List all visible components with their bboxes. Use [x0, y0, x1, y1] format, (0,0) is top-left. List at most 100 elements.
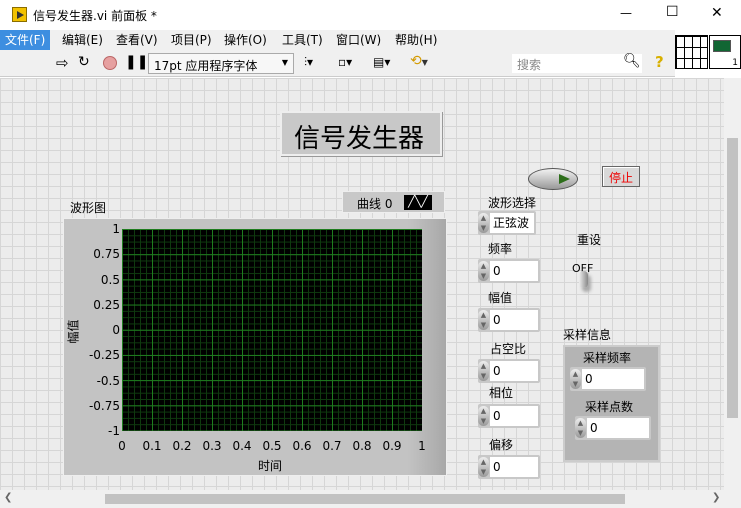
context-help-button[interactable]: ?: [655, 53, 664, 71]
play-icon: [559, 174, 570, 184]
sample-rate-value: 0: [582, 369, 644, 389]
menu-edit[interactable]: 编辑(E): [58, 30, 107, 50]
stop-button-label: 停止: [609, 171, 634, 185]
sample-count-input[interactable]: ▲ ▼ 0: [575, 416, 651, 440]
y-tick-label: 1: [112, 222, 120, 236]
plot-legend[interactable]: 曲线 0 ╱╲╱: [342, 191, 445, 213]
sample-count-label: 采样点数: [585, 400, 634, 414]
panel-title: 信号发生器: [294, 124, 425, 154]
offset-label: 偏移: [489, 438, 514, 452]
scroll-right-icon[interactable]: ❯: [712, 492, 720, 503]
run-led-button[interactable]: [528, 168, 578, 190]
spin-arrows-icon[interactable]: ▲ ▼: [575, 418, 586, 438]
spin-arrows-icon[interactable]: ▲ ▼: [478, 361, 489, 381]
reset-label: 重设: [577, 233, 602, 247]
menu-view[interactable]: 查看(V): [112, 30, 162, 50]
labview-vi-icon: [12, 7, 27, 22]
minimize-button[interactable]: —: [620, 6, 632, 20]
font-select[interactable]: 17pt 应用程序字体 ▼: [148, 53, 294, 74]
legend-plot-swatch: ╱╲╱: [404, 195, 432, 210]
plot-area[interactable]: [122, 229, 422, 431]
x-tick-label: 0.8: [352, 439, 372, 453]
distribute-objects-icon[interactable]: ▫▾: [338, 55, 352, 69]
title-control: 信号发生器: [280, 111, 442, 156]
x-tick-label: 0.9: [382, 439, 402, 453]
window-title: 信号发生器.vi 前面板 *: [33, 9, 157, 23]
x-tick-label: 0.1: [142, 439, 162, 453]
x-tick-label: 0.6: [292, 439, 312, 453]
y-tick-label: -0.5: [96, 373, 120, 388]
x-tick-label: 1: [418, 439, 426, 453]
menu-operate[interactable]: 操作(O): [220, 30, 271, 50]
phase-label: 相位: [489, 386, 514, 400]
waveform-select-label: 波形选择: [488, 196, 537, 210]
sample-rate-input[interactable]: ▲ ▼ 0: [570, 367, 646, 391]
y-axis-label: 幅值: [66, 319, 81, 344]
x-tick-label: 0.5: [262, 439, 282, 453]
spin-arrows-icon[interactable]: ▲ ▼: [570, 369, 581, 389]
phase-value: 0: [490, 406, 538, 426]
resize-objects-icon[interactable]: ▤▾: [373, 55, 390, 69]
legend-label: 曲线 0: [357, 197, 393, 211]
pause-icon[interactable]: ❚❚: [125, 54, 148, 70]
maximize-button[interactable]: ☐: [666, 4, 679, 20]
y-tick-label: -0.25: [88, 348, 120, 363]
spin-arrows-icon[interactable]: ▲ ▼: [478, 213, 489, 233]
x-tick-label: 0: [118, 439, 126, 453]
menu-help[interactable]: 帮助(H): [391, 30, 441, 50]
spin-arrows-icon[interactable]: ▲ ▼: [478, 406, 489, 426]
frequency-value: 0: [490, 261, 538, 281]
amplitude-value: 0: [490, 310, 538, 330]
duty-cycle-input[interactable]: ▲ ▼ 0: [478, 359, 540, 383]
menu-project[interactable]: 项目(P): [167, 30, 216, 50]
dropdown-arrow-icon: ▼: [281, 58, 288, 67]
close-button[interactable]: ✕: [711, 5, 723, 21]
offset-input[interactable]: ▲ ▼ 0: [478, 455, 540, 479]
y-tick-label: 0.25: [93, 297, 120, 312]
waveform-select-value: 正弦波: [490, 213, 534, 233]
x-tick-label: 0.7: [322, 439, 342, 453]
sampling-info-label: 采样信息: [563, 328, 612, 342]
reorder-icon[interactable]: ⟲▼: [410, 53, 428, 69]
reset-toggle-switch[interactable]: [579, 271, 588, 288]
stop-button[interactable]: 停止: [602, 166, 640, 187]
sampling-info-cluster: 采样频率 ▲ ▼ 0 采样点数 ▲ ▼ 0: [563, 345, 660, 462]
waveform-select-ring[interactable]: ▲ ▼ 正弦波: [478, 211, 536, 235]
x-axis-label: 时间: [258, 459, 283, 473]
frequency-label: 频率: [488, 242, 513, 256]
connector-pane[interactable]: [675, 35, 708, 69]
amplitude-input[interactable]: ▲ ▼ 0: [478, 308, 540, 332]
menu-file[interactable]: 文件(F): [0, 30, 51, 50]
scroll-left-icon[interactable]: ❮: [4, 492, 12, 503]
menu-tools[interactable]: 工具(T): [278, 30, 327, 50]
sample-rate-label: 采样频率: [583, 351, 632, 365]
run-continuously-icon[interactable]: ↻: [78, 54, 90, 70]
y-tick-label: 0.75: [93, 247, 120, 262]
menu-bar: 文件(F) 编辑(E) 查看(V) 项目(P) 操作(O) 工具(T) 窗口(W…: [0, 30, 675, 50]
frequency-input[interactable]: ▲ ▼ 0: [478, 259, 540, 283]
font-select-value: 17pt 应用程序字体: [154, 59, 258, 73]
sample-count-value: 0: [587, 418, 649, 438]
duty-cycle-label: 占空比: [490, 342, 527, 356]
vertical-scrollbar[interactable]: [724, 78, 741, 490]
toolbar: ⇨ ↻ ❚❚ 17pt 应用程序字体 ▼ ⫶▾ ▫▾ ▤▾ ⟲▼ 搜索 🔍︎ ?: [0, 50, 675, 77]
horizontal-scrollbar-thumb[interactable]: [105, 494, 625, 504]
spin-arrows-icon[interactable]: ▲ ▼: [478, 261, 489, 281]
abort-icon[interactable]: [103, 56, 117, 70]
offset-value: 0: [490, 457, 538, 477]
y-tick-label: -0.75: [88, 398, 120, 413]
run-arrow-icon[interactable]: ⇨: [56, 54, 69, 72]
spin-arrows-icon[interactable]: ▲ ▼: [478, 457, 489, 477]
phase-input[interactable]: ▲ ▼ 0: [478, 404, 540, 428]
search-icon[interactable]: 🔍︎: [623, 53, 641, 69]
x-tick-label: 0.3: [202, 439, 222, 453]
horizontal-scrollbar[interactable]: ❮ ❯: [0, 490, 741, 508]
connector-number: 1: [732, 58, 738, 68]
align-objects-icon[interactable]: ⫶▾: [304, 55, 313, 70]
front-panel: 信号发生器 停止 波形图 曲线 0 ╱╲╱ 1 0.75 0.5 0.25 0 -0.25…: [0, 78, 724, 490]
x-tick-label: 0.4: [232, 439, 252, 453]
vertical-scrollbar-thumb[interactable]: [727, 138, 738, 418]
menu-window[interactable]: 窗口(W): [332, 30, 385, 50]
spin-arrows-icon[interactable]: ▲ ▼: [478, 310, 489, 330]
duty-cycle-value: 0: [490, 361, 538, 381]
